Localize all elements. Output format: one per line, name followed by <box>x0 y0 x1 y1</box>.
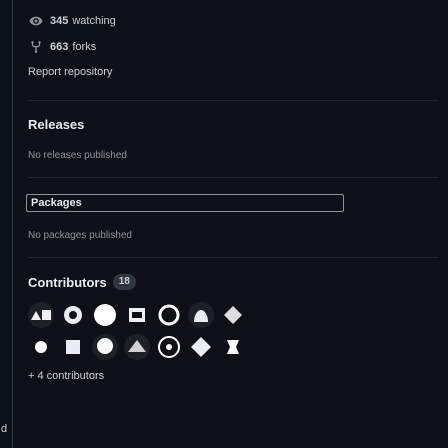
truncated-text: d <box>1 423 8 435</box>
section-divider <box>28 177 438 178</box>
contributor-avatar[interactable] <box>220 334 246 360</box>
contributors-heading[interactable]: Contributors 18 <box>28 274 438 290</box>
contributor-avatar[interactable] <box>60 302 86 328</box>
packages-section: Packages No packages published <box>26 194 438 241</box>
contributor-avatar[interactable] <box>124 302 150 328</box>
contributor-avatar[interactable] <box>28 334 54 360</box>
watchers-count: 345 <box>50 15 69 27</box>
contributor-avatar[interactable] <box>188 334 214 360</box>
section-divider <box>28 257 438 258</box>
releases-heading[interactable]: Releases <box>28 117 438 132</box>
releases-empty-text: No releases published <box>28 150 127 161</box>
contributor-avatar[interactable] <box>156 302 182 328</box>
contributor-avatars <box>28 302 438 360</box>
contributor-avatar[interactable] <box>220 302 246 328</box>
watchers-label: watching <box>72 15 116 27</box>
packages-empty-text: No packages published <box>28 230 132 241</box>
packages-heading-focus[interactable]: Packages <box>26 194 344 212</box>
forks-link[interactable]: 663 forks <box>28 36 438 58</box>
packages-heading: Packages <box>31 197 82 209</box>
contributors-count-badge: 18 <box>112 274 136 290</box>
forks-label: forks <box>72 41 97 53</box>
watchers-link[interactable]: 345 watching <box>28 10 438 32</box>
fork-icon <box>28 39 44 55</box>
contributor-avatar[interactable] <box>92 302 118 328</box>
left-panel-edge: d <box>0 0 13 448</box>
contributor-avatar[interactable] <box>124 334 150 360</box>
repository-sidebar: 345 watching 663 forks Report repository… <box>26 0 438 382</box>
contributor-avatar[interactable] <box>188 302 214 328</box>
releases-section: Releases No releases published <box>28 117 438 161</box>
contributors-label: Contributors <box>28 274 107 290</box>
contributor-avatar[interactable] <box>156 334 182 360</box>
contributors-section: Contributors 18 + 4 contributors <box>28 274 438 382</box>
contributor-avatar[interactable] <box>60 334 86 360</box>
report-repository-link[interactable]: Report repository <box>28 66 438 84</box>
more-contributors-link[interactable]: + 4 contributors <box>28 370 438 382</box>
contributor-avatar[interactable] <box>28 302 54 328</box>
section-divider <box>28 100 438 101</box>
eye-icon <box>28 13 44 29</box>
contributor-avatar[interactable] <box>92 334 118 360</box>
forks-count: 663 <box>50 41 69 53</box>
